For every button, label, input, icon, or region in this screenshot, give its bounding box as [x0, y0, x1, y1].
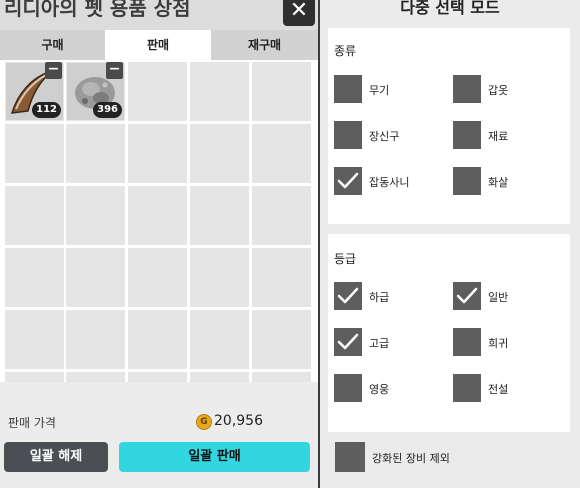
checkbox[interactable]	[453, 167, 481, 195]
inventory-slot[interactable]	[252, 372, 311, 382]
checkbox[interactable]	[453, 75, 481, 103]
filter-option-label: 잡동사니	[369, 176, 410, 189]
inventory-slot[interactable]	[190, 124, 249, 183]
inventory-slot[interactable]: − 396	[66, 62, 125, 121]
sale-price-value: 20,956	[214, 413, 263, 429]
inventory-slot[interactable]	[128, 248, 187, 307]
sale-price-label: 판매 가격	[8, 416, 56, 430]
inventory-slot[interactable]	[128, 186, 187, 245]
exclude-enhanced-checkbox[interactable]	[335, 442, 365, 472]
checkbox-checked[interactable]	[334, 282, 362, 310]
inventory-slot[interactable]	[66, 124, 125, 183]
filter-option-label: 갑옷	[488, 84, 509, 97]
checkbox[interactable]	[334, 121, 362, 149]
inventory-slot[interactable]	[190, 372, 249, 382]
checkbox-checked[interactable]	[334, 167, 362, 195]
checkbox-checked[interactable]	[334, 328, 362, 356]
filter-option-label: 화살	[488, 176, 509, 189]
remove-item-button[interactable]: −	[45, 62, 62, 79]
inventory-slot[interactable]	[252, 124, 311, 183]
remove-item-button[interactable]: −	[106, 62, 123, 79]
tab-sell[interactable]: 판매	[105, 30, 211, 60]
multi-select-panel: 다중 선택 모드 종류 무기 갑옷장신구 재료잡동사니 화살 등급 하급 일반고급 희귀영…	[320, 0, 580, 488]
inventory-slot[interactable]	[5, 248, 64, 307]
inventory-slot[interactable]	[5, 310, 64, 369]
inventory-slot[interactable]: − 112	[5, 62, 64, 121]
inventory-slot[interactable]	[252, 310, 311, 369]
inventory-slot[interactable]	[66, 248, 125, 307]
checkmark-icon	[456, 287, 478, 304]
inventory-slot[interactable]	[190, 186, 249, 245]
sell-all-button[interactable]: 일괄 판매	[119, 442, 310, 472]
tab-buy[interactable]: 구매	[0, 30, 105, 60]
inventory-slot[interactable]	[128, 124, 187, 183]
inventory-slot[interactable]	[190, 248, 249, 307]
filter-option-label: 영웅	[369, 383, 390, 396]
checkbox-checked[interactable]	[453, 282, 481, 310]
item-quantity-badge: 112	[32, 102, 61, 118]
gold-coin-icon: G	[196, 414, 212, 430]
filter-option-label: 희귀	[488, 337, 509, 350]
inventory-slot[interactable]	[5, 372, 64, 382]
filter-option-label: 고급	[369, 337, 390, 350]
item-quantity-badge: 396	[93, 102, 122, 118]
grade-filter-section: 등급 하급 일반고급 희귀영웅 전설	[328, 234, 570, 432]
grade-section-title: 등급	[334, 252, 357, 266]
filter-option-label: 전설	[488, 383, 509, 396]
deselect-all-button[interactable]: 일괄 해제	[4, 442, 108, 472]
checkbox[interactable]	[453, 374, 481, 402]
inventory-slot[interactable]	[252, 248, 311, 307]
inventory-slot[interactable]	[66, 372, 125, 382]
inventory-slot[interactable]	[190, 310, 249, 369]
shop-tabs: 구매 판매 재구매	[0, 30, 318, 60]
inventory-slot[interactable]	[5, 124, 64, 183]
multi-select-title: 다중 선택 모드	[400, 0, 500, 17]
tab-rebuy[interactable]: 재구매	[211, 30, 318, 60]
checkmark-icon	[337, 172, 359, 189]
inventory-slot[interactable]	[128, 62, 187, 121]
checkmark-icon	[337, 287, 359, 304]
inventory-slot[interactable]	[252, 62, 311, 121]
inventory-slot[interactable]	[66, 310, 125, 369]
inventory-slot[interactable]	[190, 62, 249, 121]
checkbox[interactable]	[453, 328, 481, 356]
close-button[interactable]: ✕	[283, 0, 315, 26]
inventory-slot[interactable]	[128, 372, 187, 382]
inventory-slot[interactable]	[5, 186, 64, 245]
filter-option-label: 일반	[488, 291, 509, 304]
exclude-enhanced-label: 강화된 장비 제외	[372, 452, 450, 465]
type-section-title: 종류	[334, 44, 357, 58]
inventory-grid: − 112 − 396	[0, 60, 318, 382]
filter-option-label: 재료	[488, 130, 509, 143]
title-bar: 리디아의 펫 용품 상점 ✕	[0, 0, 318, 30]
inventory-slot[interactable]	[66, 186, 125, 245]
shop-panel: 리디아의 펫 용품 상점 ✕ 구매 판매 재구매 −112−396 판매 가격 …	[0, 0, 318, 488]
filter-option-label: 하급	[369, 291, 390, 304]
filter-option-label: 장신구	[369, 130, 400, 143]
checkmark-icon	[337, 333, 359, 350]
type-filter-section: 종류 무기 갑옷장신구 재료잡동사니 화살	[328, 28, 570, 224]
inventory-slot[interactable]	[128, 310, 187, 369]
checkbox[interactable]	[334, 75, 362, 103]
checkbox[interactable]	[334, 374, 362, 402]
checkbox[interactable]	[453, 121, 481, 149]
shop-title: 리디아의 펫 용품 상점	[4, 0, 191, 20]
filter-option-label: 무기	[369, 84, 390, 97]
inventory-slot[interactable]	[252, 186, 311, 245]
